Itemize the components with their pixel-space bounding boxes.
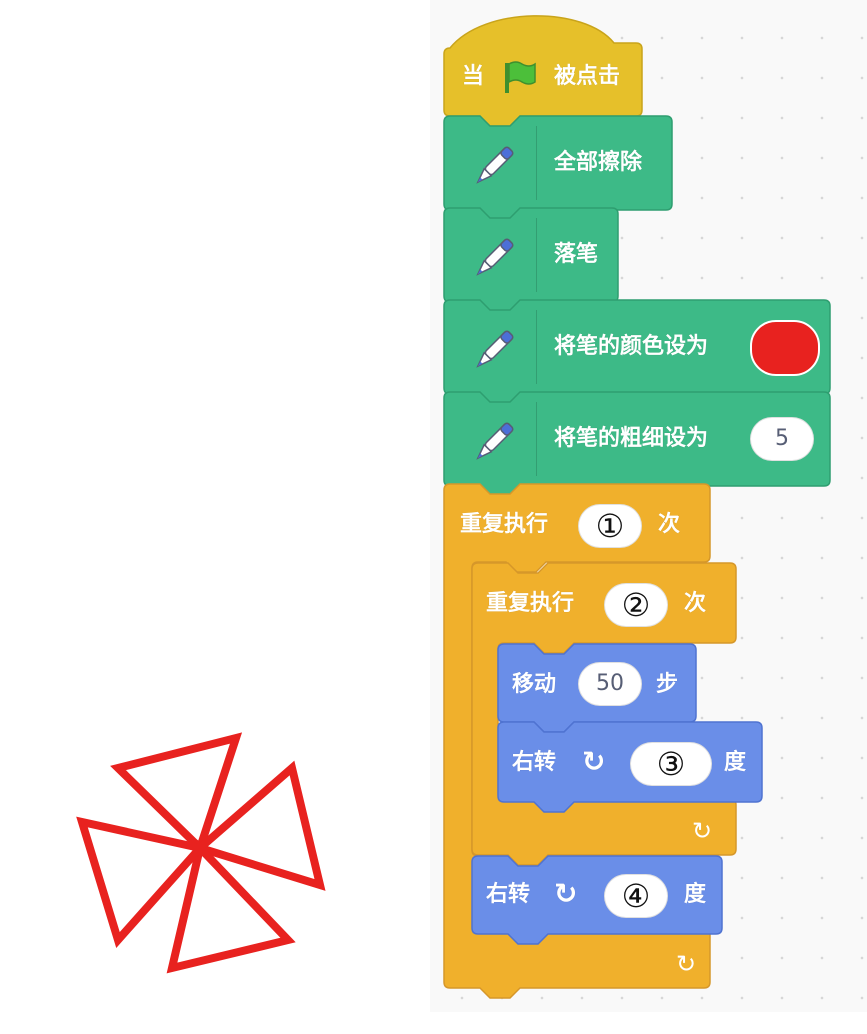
outer-turn-degrees-input[interactable]: ④ [604, 874, 668, 918]
pen-clear-block[interactable]: 全部擦除 [443, 115, 674, 221]
when-flag-clicked-hat-block[interactable]: 当 被点击 [443, 8, 644, 128]
pen-down-label: 落笔 [554, 242, 599, 267]
pen-clear-label: 全部擦除 [554, 150, 643, 175]
move-steps-block[interactable]: 移动 50 步 [497, 643, 698, 734]
move-label: 移动 [512, 672, 557, 697]
pen-color-swatch[interactable] [750, 320, 820, 376]
inner-loop-arrow-icon: ↻ [692, 817, 713, 845]
pen-size-input[interactable]: 5 [750, 417, 814, 461]
block-separator [536, 126, 537, 200]
inner-turn-suffix: 度 [724, 750, 747, 775]
move-suffix: 步 [656, 672, 679, 697]
outer-loop-arrow-icon: ↻ [676, 950, 697, 978]
outer-turn-suffix: 度 [684, 882, 707, 907]
inner-turn-right-block[interactable]: 右转 ↻ ③ 度 [497, 721, 768, 816]
move-steps-input[interactable]: 50 [578, 662, 642, 706]
inner-repeat-count: ② [621, 586, 651, 624]
pinwheel-drawing [76, 732, 326, 974]
inner-turn-label: 右转 [512, 750, 557, 775]
stage-area [0, 0, 430, 1034]
inner-turn-degrees-input[interactable]: ③ [630, 742, 712, 786]
rotate-clockwise-icon: ↻ [554, 877, 578, 910]
inner-repeat-count-input[interactable]: ② [604, 583, 668, 627]
outer-turn-right-block[interactable]: 右转 ↻ ④ 度 [471, 855, 732, 946]
hat-label-clicked: 被点击 [554, 64, 621, 89]
inner-repeat-suffix: 次 [684, 591, 707, 616]
outer-repeat-count: ① [595, 507, 625, 545]
outer-repeat-label: 重复执行 [460, 512, 549, 537]
outer-repeat-count-input[interactable]: ① [578, 504, 642, 548]
block-separator [536, 310, 537, 384]
outer-turn-degrees: ④ [621, 877, 651, 915]
outer-turn-label: 右转 [486, 882, 531, 907]
inner-turn-degrees: ③ [656, 745, 686, 783]
inner-repeat-label: 重复执行 [486, 591, 575, 616]
set-pen-color-label: 将笔的颜色设为 [554, 334, 709, 359]
block-separator [536, 218, 537, 292]
set-pen-size-label: 将笔的粗细设为 [554, 426, 709, 451]
set-pen-color-block[interactable]: 将笔的颜色设为 [443, 299, 836, 405]
set-pen-size-block[interactable]: 将笔的粗细设为 5 [443, 391, 836, 497]
outer-repeat-suffix: 次 [658, 512, 681, 537]
hat-label-when: 当 [462, 64, 485, 89]
rotate-clockwise-icon: ↻ [582, 745, 606, 778]
pen-down-block[interactable]: 落笔 [443, 207, 624, 313]
block-separator [536, 402, 537, 476]
